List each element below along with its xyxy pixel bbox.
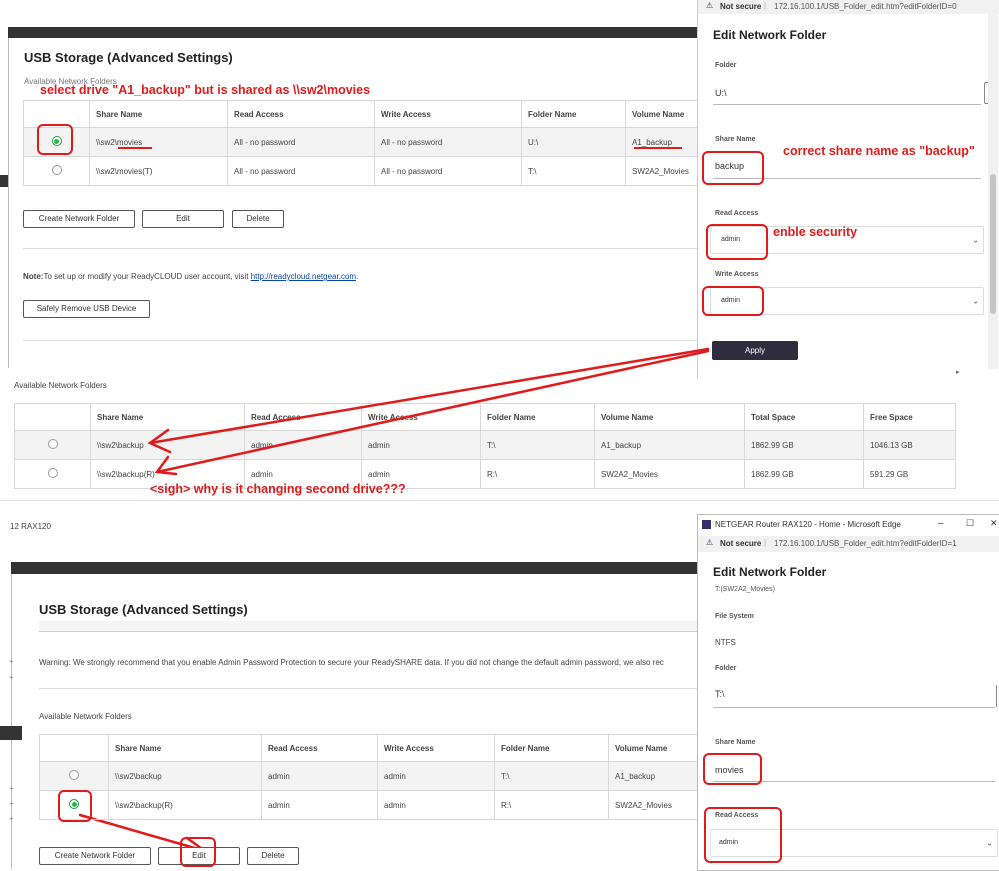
write-access-cell: admin xyxy=(377,790,495,820)
bottom-left-tab xyxy=(0,726,22,740)
edge-title-bar: NETGEAR Router RAX120 - Home - Microsoft… xyxy=(698,515,999,535)
expand-icon[interactable]: + xyxy=(9,799,14,808)
col-share-name: Share Name xyxy=(108,734,262,762)
volume-cell: A1_backup xyxy=(608,761,704,791)
expand-icon[interactable]: + xyxy=(9,814,14,823)
col-volume-name: Volume Name xyxy=(608,734,704,762)
folder-underline xyxy=(713,707,995,708)
table-row[interactable]: \\sw2\backup admin admin T:\ A1_backup xyxy=(39,761,704,791)
col-read-access: Read Access xyxy=(261,734,378,762)
url-separator: | xyxy=(764,538,767,547)
col-write-access: Write Access xyxy=(377,734,495,762)
create-network-folder-button[interactable]: Create Network Folder xyxy=(39,847,151,865)
select-column xyxy=(39,734,109,762)
folder-subtitle: T:(SW2A2_Movies) xyxy=(715,586,775,593)
row-radio[interactable] xyxy=(69,770,79,780)
expand-icon[interactable]: + xyxy=(9,657,14,666)
col-folder-name: Folder Name xyxy=(494,734,609,762)
read-access-cell: admin xyxy=(261,790,378,820)
warning-icon: ⚠ xyxy=(706,538,714,547)
share-cell: \\sw2\backup xyxy=(108,761,262,791)
maximize-icon[interactable]: ☐ xyxy=(966,518,974,529)
folder-label: Folder xyxy=(715,665,737,672)
read-highlight xyxy=(704,807,782,863)
close-icon[interactable]: ✕ xyxy=(990,518,998,529)
bottom-address-bar: ⚠ Not secure | 172.16.100.1/USB_Folder_e… xyxy=(698,536,999,552)
share-name-label: Share Name xyxy=(715,739,756,746)
bottom-edit-panel: NETGEAR Router RAX120 - Home - Microsoft… xyxy=(697,514,999,871)
edit-folder-title: Edit Network Folder xyxy=(713,565,827,579)
arrow-apply-to-row1 xyxy=(148,347,710,445)
netgear-favicon xyxy=(702,520,711,529)
share-cell: \\sw2\backup(R) xyxy=(108,790,262,820)
bottom-radio-highlight xyxy=(58,790,92,822)
volume-cell: SW2A2_Movies xyxy=(608,790,704,820)
bottom-left-edge xyxy=(11,574,12,869)
arrow-apply-to-row2 xyxy=(155,349,710,474)
bottom-available-label: Available Network Folders xyxy=(39,712,132,721)
write-access-cell: admin xyxy=(377,761,495,791)
table-row[interactable]: \\sw2\backup(R) admin admin R:\ SW2A2_Mo… xyxy=(39,790,704,820)
minimize-icon[interactable]: – xyxy=(938,518,944,529)
arrow-head-row2 xyxy=(154,455,178,476)
edit-highlight xyxy=(180,837,216,867)
bottom-divider xyxy=(39,688,699,689)
share-highlight xyxy=(703,753,762,785)
expand-icon[interactable]: + xyxy=(9,673,14,682)
bottom-header-bar xyxy=(11,562,701,574)
not-secure-label: Not secure xyxy=(720,539,762,548)
folder-cell: T:\ xyxy=(494,761,609,791)
page-title: USB Storage (Advanced Settings) xyxy=(39,602,248,617)
delete-button[interactable]: Delete xyxy=(247,847,299,865)
chevron-down-icon: ⌄ xyxy=(986,838,993,848)
file-system-label: File System xyxy=(715,613,754,620)
expand-icon[interactable]: + xyxy=(9,784,14,793)
admin-warning-text: Warning: We strongly recommend that you … xyxy=(39,658,664,667)
section-separator xyxy=(0,500,999,501)
read-access-cell: admin xyxy=(261,761,378,791)
folder-value: T:\ xyxy=(715,689,725,699)
bottom-folders-table: Share Name Read Access Write Access Fold… xyxy=(39,734,704,820)
address-url[interactable]: 172.16.100.1/USB_Folder_edit.htm?editFol… xyxy=(774,539,957,548)
clipped-row-fragment xyxy=(39,621,699,632)
file-system-value: NTFS xyxy=(715,638,736,647)
router-label: 12 RAX120 xyxy=(10,522,51,531)
window-title: NETGEAR Router RAX120 - Home - Microsoft… xyxy=(715,520,901,529)
folder-cell: R:\ xyxy=(494,790,609,820)
